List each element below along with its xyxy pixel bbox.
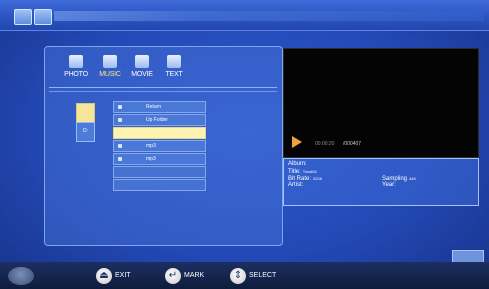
list-item-label: mp3: [146, 143, 156, 149]
device-item-selected[interactable]: D:: [76, 122, 95, 142]
list-item[interactable]: Return: [113, 101, 206, 113]
list-item-empty: [113, 166, 206, 178]
bottom-bar: ⏏ EXIT ↵ MARK ⇕ SELECT: [0, 262, 489, 289]
album-field: Album:: [288, 161, 307, 168]
artist-label: Artist:: [288, 182, 304, 188]
mark-icon: ↵: [165, 267, 181, 284]
year-label: Year:: [382, 182, 396, 188]
list-item-highlighted[interactable]: [113, 127, 206, 139]
total-time: /000407: [343, 141, 362, 147]
list-item[interactable]: mp3: [113, 140, 206, 152]
category-text-label: TEXT: [165, 71, 183, 78]
movie-icon: [135, 55, 149, 68]
current-time: 00:00:20: [315, 141, 335, 147]
divider: [49, 91, 277, 92]
mark-hint[interactable]: ↵ MARK: [165, 267, 204, 285]
artist-field: Artist:: [288, 182, 303, 189]
category-text[interactable]: TEXT: [159, 53, 189, 87]
divider: [49, 87, 277, 88]
select-label: SELECT: [249, 272, 277, 280]
music-icon: [103, 55, 117, 68]
list-item-empty: [113, 179, 206, 191]
media-player-screen: PHOTO MUSIC MOVIE TEXT D: Return Up Fold…: [0, 0, 489, 289]
preview-window: 00:00:20 /000407: [283, 48, 479, 158]
photo-icon: [69, 55, 83, 68]
sampling-value: 44K: [409, 176, 417, 181]
category-music[interactable]: MUSIC: [95, 53, 125, 87]
category-photo-label: PHOTO: [64, 71, 88, 78]
select-hint[interactable]: ⇕ SELECT: [230, 267, 276, 285]
track-info-panel: Album: Title: Track01 Bit Rate: 320K Artis…: [283, 158, 479, 206]
album-label: Album:: [288, 161, 307, 167]
title-stripe: [54, 11, 484, 21]
mark-label: MARK: [184, 272, 205, 280]
text-icon: [167, 55, 181, 68]
list-item-label: mp3: [146, 156, 156, 162]
select-icon: ⇕: [230, 267, 246, 284]
exit-hint[interactable]: ⏏ EXIT: [96, 267, 131, 285]
category-movie-label: MOVIE: [131, 71, 153, 78]
category-bar: PHOTO MUSIC MOVIE TEXT: [53, 53, 272, 87]
device-item[interactable]: [76, 103, 95, 123]
play-icon[interactable]: [292, 136, 302, 148]
music-file-icon: [118, 157, 122, 161]
return-icon: [118, 105, 122, 109]
top-bar: [0, 0, 489, 31]
category-music-label: MUSIC: [99, 71, 121, 78]
exit-icon: ⏏: [96, 267, 112, 284]
playback-time: 00:00:20 /000407: [315, 141, 361, 147]
up-folder-icon: [118, 118, 122, 122]
device-label: D:: [83, 128, 88, 134]
list-item[interactable]: mp3: [113, 153, 206, 165]
year-field: Year:: [382, 182, 396, 189]
menu-icon[interactable]: [8, 267, 34, 285]
browser-panel: PHOTO MUSIC MOVIE TEXT D: Return Up Fold…: [44, 46, 283, 246]
file-list: Return Up Folder mp3 mp3: [113, 101, 206, 192]
category-movie[interactable]: MOVIE: [127, 53, 157, 87]
usb-icon[interactable]: [34, 9, 52, 25]
list-item-label: Up Folder: [146, 117, 168, 123]
exit-label: EXIT: [115, 272, 131, 280]
category-photo[interactable]: PHOTO: [61, 53, 91, 87]
music-file-icon: [118, 144, 122, 148]
bitrate-value: 320K: [313, 176, 323, 181]
home-icon[interactable]: [14, 9, 32, 25]
list-item-label: Return: [146, 104, 162, 110]
title-value: Track01: [302, 169, 318, 174]
list-item[interactable]: Up Folder: [113, 114, 206, 126]
